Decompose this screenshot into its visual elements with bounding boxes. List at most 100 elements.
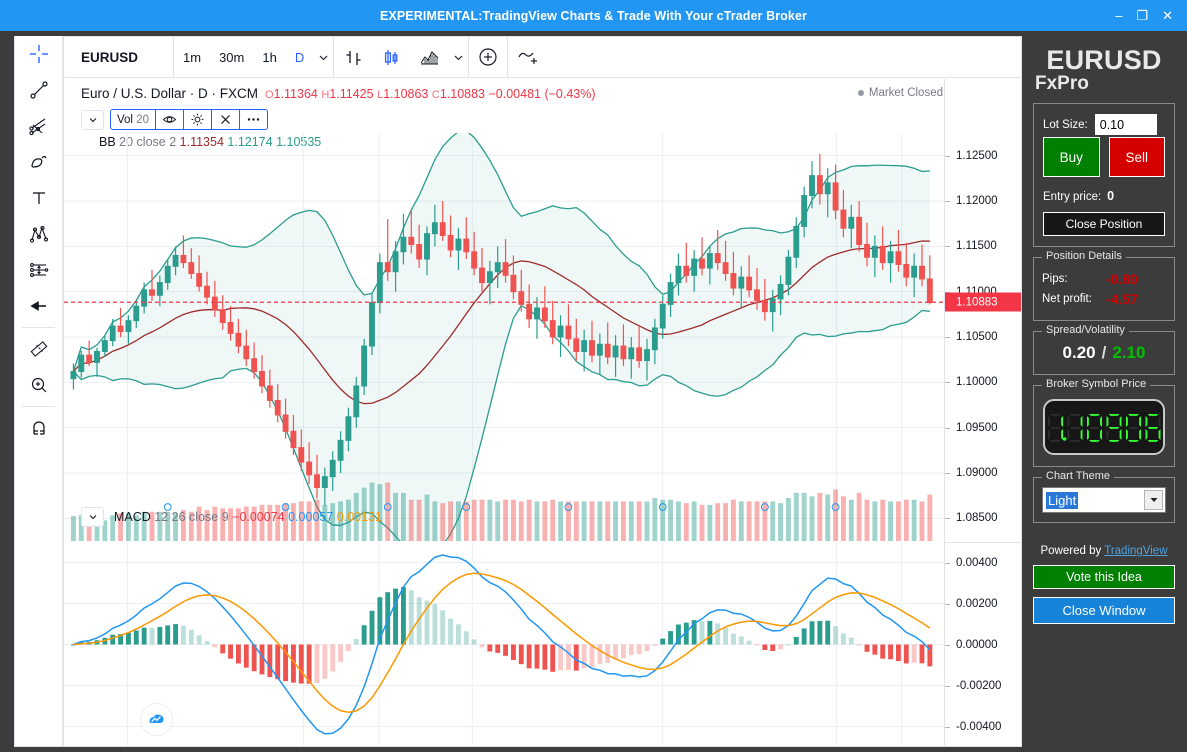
price-axis-label: 1.10500 <box>956 331 998 343</box>
symbol-name: Euro / U.S. Dollar <box>81 86 186 101</box>
collapse-pane-icon[interactable] <box>81 110 104 130</box>
timeframe-1m[interactable]: 1m <box>174 37 210 78</box>
chart-theme-select[interactable]: Light <box>1042 487 1166 513</box>
macd-axis-label: 0.00400 <box>956 557 998 569</box>
vote-this-idea-button[interactable]: Vote this Idea <box>1033 565 1175 589</box>
pattern-icon[interactable] <box>15 216 62 252</box>
indicators-group <box>469 37 508 78</box>
ohlc-l-value: 1.10863 <box>383 87 428 101</box>
macd-legend[interactable]: MACD 12 26 close 9 −0.00074 0.00057 0.00… <box>114 510 382 524</box>
minimize-button[interactable]: – <box>1115 9 1122 22</box>
broker-price-box: Broker Symbol Price <box>1033 385 1175 467</box>
zoom-in-icon[interactable] <box>15 367 62 403</box>
close-position-button[interactable]: Close Position <box>1043 212 1165 236</box>
buy-sell-row: Buy Sell <box>1043 137 1165 177</box>
symbol-search-button[interactable]: EURUSD <box>64 37 174 78</box>
pips-label: Pips: <box>1042 273 1106 285</box>
macd-value-1: −0.00074 <box>232 510 284 524</box>
macd-axis-label: -0.00200 <box>956 680 1001 692</box>
price-axis-tick <box>945 518 950 519</box>
price-axis-label: 1.09500 <box>956 422 998 434</box>
macd-value-3: 0.00131 <box>337 510 382 524</box>
tradingview-link[interactable]: TradingView <box>1104 545 1167 557</box>
price-axis-tick <box>945 382 950 383</box>
trend-line-icon[interactable] <box>15 72 62 108</box>
tradingview-watermark-logo-icon <box>140 703 173 736</box>
toolbar-divider <box>22 327 55 328</box>
entry-price-value: 0 <box>1107 189 1114 203</box>
crosshair-icon[interactable] <box>15 36 62 72</box>
sell-button[interactable]: Sell <box>1109 137 1166 177</box>
chart-type-group <box>334 37 469 78</box>
price-axis-tick <box>945 246 950 247</box>
text-tool-icon[interactable] <box>15 180 62 216</box>
chevron-down-icon[interactable] <box>313 37 333 78</box>
price-pane[interactable] <box>64 133 944 541</box>
price-axis-label: 1.12000 <box>956 195 998 207</box>
macd-axis-tick <box>945 727 950 728</box>
market-status-label: Market Closed <box>869 87 943 99</box>
ohlc-h-key: H <box>321 89 329 101</box>
close-button[interactable]: ✕ <box>1162 9 1173 22</box>
price-axis-label: 1.10000 <box>956 376 998 388</box>
volume-indicator-label[interactable]: Vol 20 <box>111 114 155 126</box>
status-dot-icon <box>858 90 864 96</box>
candlestick-icon[interactable] <box>372 37 410 78</box>
macd-axis-tick <box>945 604 950 605</box>
magnet-icon[interactable] <box>15 410 62 446</box>
app-frame: EURUSD 1m 30m 1h D <box>0 31 1187 752</box>
long-position-icon[interactable] <box>15 252 62 288</box>
spread-value: 0.20 <box>1063 343 1096 363</box>
price-axis-tick <box>945 337 950 338</box>
compare-icon[interactable] <box>508 37 546 78</box>
price-axis-label: 1.09000 <box>956 467 998 479</box>
ohlc-c-key: C <box>432 89 440 101</box>
broker-price-title: Broker Symbol Price <box>1042 378 1150 390</box>
macd-axis-label: 0.00200 <box>956 598 998 610</box>
timeframe-1h[interactable]: 1h <box>253 37 285 78</box>
window-title: EXPERIMENTAL:TradingView Charts & Trade … <box>380 9 807 23</box>
macd-value-2: 0.00057 <box>288 510 333 524</box>
area-chart-icon[interactable] <box>410 37 448 78</box>
ohlc-h-value: 1.11425 <box>329 87 373 101</box>
broker-price-lcd-display <box>1043 399 1165 455</box>
buy-button[interactable]: Buy <box>1043 137 1100 177</box>
close-icon[interactable] <box>211 109 239 130</box>
chevron-down-icon-2[interactable] <box>448 37 468 78</box>
lot-size-input[interactable] <box>1095 114 1157 135</box>
measure-ruler-icon[interactable] <box>15 331 62 367</box>
price-axis-label: 1.12500 <box>956 150 998 162</box>
lot-size-label: Lot Size: <box>1043 119 1088 131</box>
macd-axis-tick <box>945 686 950 687</box>
eye-icon[interactable] <box>155 109 183 130</box>
ohlc-change: −0.00481 <box>488 87 540 101</box>
price-axis-label: 1.11500 <box>956 240 997 252</box>
volume-indicator-box: Vol 20 <box>110 109 268 130</box>
spread-separator: / <box>1102 343 1107 363</box>
indicators-icon[interactable] <box>469 37 507 78</box>
close-window-button[interactable]: Close Window <box>1033 597 1175 624</box>
chart-theme-title: Chart Theme <box>1042 470 1114 482</box>
dropdown-arrow-icon[interactable] <box>1144 490 1163 510</box>
price-axis[interactable]: 1.125001.120001.115001.110001.105001.100… <box>944 79 1022 747</box>
bar-chart-icon[interactable] <box>334 37 372 78</box>
macd-pane[interactable] <box>64 542 944 747</box>
position-details-box: Position Details Pips: -0.80 Net profit:… <box>1033 257 1175 321</box>
ohlc-o-key: O <box>265 89 274 101</box>
collapse-macd-pane-icon[interactable] <box>81 507 104 527</box>
gear-icon[interactable] <box>183 109 211 130</box>
ohlc-o-value: 1.11364 <box>274 87 318 101</box>
brush-icon[interactable] <box>15 144 62 180</box>
volatility-value: 2.10 <box>1112 343 1145 363</box>
timeframe-30m[interactable]: 30m <box>210 37 253 78</box>
macd-legend-row: MACD 12 26 close 9 −0.00074 0.00057 0.00… <box>64 507 944 527</box>
price-axis-tick <box>945 156 950 157</box>
compare-group <box>508 37 546 78</box>
powered-by-row: Powered by TradingView <box>1025 545 1183 557</box>
maximize-button[interactable]: ❐ <box>1136 9 1148 22</box>
pitchfork-icon[interactable] <box>15 108 62 144</box>
net-profit-row: Net profit: -4.57 <box>1042 291 1166 307</box>
timeframe-d[interactable]: D <box>286 37 313 78</box>
more-options-icon[interactable] <box>239 109 267 130</box>
arrow-marker-icon[interactable] <box>15 288 62 324</box>
